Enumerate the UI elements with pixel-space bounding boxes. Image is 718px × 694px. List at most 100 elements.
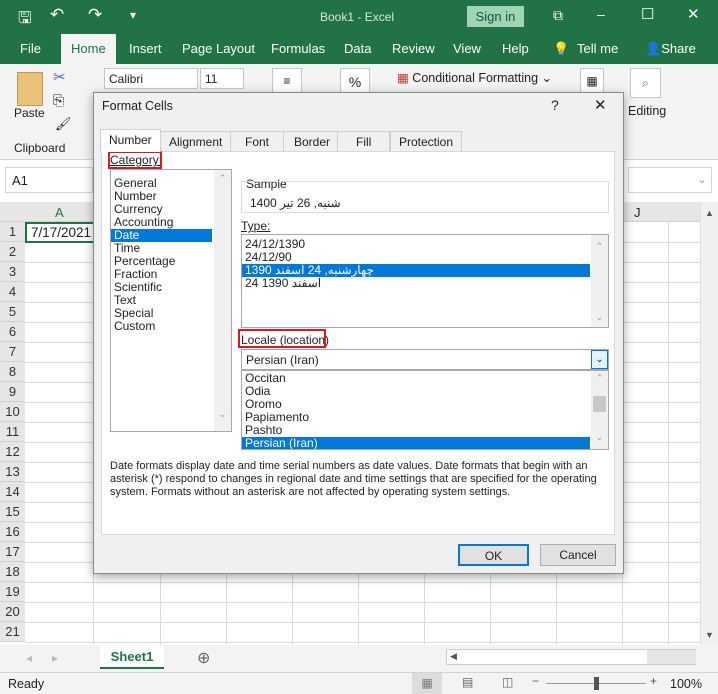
maximize-icon[interactable]: ☐ (641, 5, 654, 23)
conditional-formatting-button[interactable]: ▦ Conditional Formatting ⌄ (397, 70, 552, 85)
type-item[interactable]: 24/12/1390 (242, 238, 590, 251)
dialog-close-button[interactable]: ✕ (594, 96, 607, 114)
alignment-icon[interactable]: ≡ (272, 68, 302, 94)
tab-protection[interactable]: Protection (390, 131, 463, 152)
close-window-icon[interactable]: ✕ (687, 5, 700, 23)
tab-page-layout[interactable]: Page Layout (182, 41, 255, 56)
cancel-button[interactable]: Cancel (540, 544, 616, 566)
row-header[interactable]: 12 (0, 442, 25, 462)
redo-icon[interactable]: ↷ (88, 5, 102, 25)
tab-file[interactable]: File (20, 41, 41, 56)
sign-in-button[interactable]: Sign in (467, 6, 524, 27)
vertical-scrollbar[interactable]: ▲ ▼ (700, 202, 718, 645)
ribbon-display-icon[interactable]: ⧉ (553, 7, 563, 24)
tab-review[interactable]: Review (392, 41, 435, 56)
font-size-select[interactable]: 11 (200, 68, 244, 89)
row-header[interactable]: 21 (0, 622, 25, 642)
cut-icon[interactable]: ✂ (53, 68, 66, 86)
row-header[interactable]: 10 (0, 402, 25, 422)
row-header[interactable]: 15 (0, 502, 25, 522)
column-header-j[interactable]: J (634, 205, 641, 220)
scroll-thumb[interactable] (647, 650, 696, 664)
tab-fill[interactable]: Fill (337, 131, 391, 152)
percent-button[interactable]: % (340, 68, 370, 94)
type-item[interactable]: 24 اسفند 1390 (242, 277, 590, 290)
search-icon[interactable]: ⌕ (630, 68, 661, 98)
category-list[interactable]: ⌃ ⌄ General Number Currency Accounting Date Ti… (110, 169, 232, 432)
minimize-icon[interactable]: – (597, 6, 605, 22)
locale-item[interactable]: Occitan (242, 372, 590, 385)
tab-help[interactable]: Help (502, 41, 529, 56)
row-header[interactable]: 7 (0, 342, 25, 362)
copy-icon[interactable]: ⎘ (53, 92, 64, 109)
tab-home[interactable]: Home (61, 34, 116, 64)
normal-view-icon[interactable]: ▦ (412, 673, 442, 694)
row-header[interactable]: 11 (0, 422, 25, 442)
locale-list[interactable]: ⌃ ⌄ Occitan Odia Oromo Papiamento Pashto Persi… (241, 370, 609, 450)
tab-border[interactable]: Border (283, 131, 342, 152)
tab-font[interactable]: Font (230, 131, 285, 152)
format-painter-icon[interactable]: 🖌 (55, 116, 72, 132)
ok-button[interactable]: OK (458, 544, 529, 566)
prev-sheet-icon[interactable]: ◂ (26, 651, 32, 665)
locale-item[interactable]: Persian (Iran) (242, 437, 590, 449)
save-icon[interactable]: 🖫 (18, 7, 32, 34)
editing-group[interactable]: Editing (628, 104, 666, 118)
type-scrollbar[interactable]: ⌃ ⌄ (591, 235, 608, 327)
font-name-select[interactable]: Calibri (104, 68, 198, 89)
locale-select[interactable]: Persian (Iran) ⌄ (241, 349, 609, 370)
cells-icon[interactable]: ▦ (580, 68, 604, 94)
row-header[interactable]: 16 (0, 522, 25, 542)
customize-toolbar-icon[interactable]: ▾ (130, 8, 136, 22)
row-header[interactable]: 20 (0, 602, 25, 622)
next-sheet-icon[interactable]: ▸ (52, 651, 58, 665)
help-button[interactable]: ? (551, 97, 559, 113)
cell-a1[interactable]: 7/17/2021 (25, 222, 95, 243)
category-item[interactable]: Custom (111, 320, 212, 333)
row-header[interactable]: 14 (0, 482, 25, 502)
page-break-view-icon[interactable]: ◫ (502, 675, 513, 689)
add-sheet-icon[interactable]: ⊕ (197, 648, 210, 668)
scroll-up-icon[interactable]: ▲ (705, 208, 714, 218)
tab-formulas[interactable]: Formulas (271, 41, 325, 56)
scroll-left-icon[interactable]: ◀ (450, 651, 457, 662)
row-header[interactable]: 17 (0, 542, 25, 562)
paste-button[interactable]: Paste (14, 106, 45, 120)
row-header[interactable]: 18 (0, 562, 25, 582)
tab-insert[interactable]: Insert (129, 41, 162, 56)
zoom-in-icon[interactable]: + (650, 674, 657, 688)
row-header[interactable]: 13 (0, 462, 25, 482)
row-header[interactable]: 4 (0, 282, 25, 302)
row-header[interactable]: 3 (0, 262, 25, 282)
locale-scrollbar[interactable]: ⌃ ⌄ (591, 371, 608, 449)
tab-number[interactable]: Number (100, 129, 161, 152)
zoom-slider-thumb[interactable] (594, 677, 599, 690)
scroll-down-icon[interactable]: ▼ (705, 630, 714, 640)
type-list[interactable]: ⌃ ⌄ 24/12/1390 24/12/90 چهارشنبه, 24 اسفند … (241, 234, 609, 328)
row-header[interactable]: 8 (0, 362, 25, 382)
category-scrollbar[interactable]: ⌃ ⌄ (214, 170, 231, 431)
locale-item[interactable]: Papiamento (242, 411, 590, 424)
formula-input[interactable]: ⌄ (628, 167, 712, 193)
column-header-a[interactable]: A (55, 205, 64, 220)
row-header[interactable]: 9 (0, 382, 25, 402)
page-layout-view-icon[interactable]: ▤ (462, 675, 473, 689)
row-header[interactable]: 2 (0, 242, 25, 262)
row-header[interactable]: 5 (0, 302, 25, 322)
tell-me-search[interactable]: Tell me (577, 41, 618, 56)
share-button[interactable]: 👤Share (645, 41, 696, 57)
undo-icon[interactable]: ↶ (50, 5, 64, 25)
row-header[interactable]: 6 (0, 322, 25, 342)
chevron-down-icon[interactable]: ⌄ (591, 350, 608, 369)
row-header[interactable]: 1 (0, 222, 25, 242)
zoom-out-icon[interactable]: − (532, 674, 539, 688)
locale-item[interactable]: Odia (242, 385, 590, 398)
sheet-tab[interactable]: Sheet1 (100, 645, 164, 669)
name-box[interactable]: A1 (5, 167, 93, 193)
tab-data[interactable]: Data (344, 41, 371, 56)
paste-icon[interactable] (17, 72, 43, 106)
row-header[interactable]: 19 (0, 582, 25, 602)
tab-alignment[interactable]: Alignment (160, 131, 232, 152)
tab-view[interactable]: View (453, 41, 481, 56)
horizontal-scrollbar[interactable]: ◀ (446, 649, 696, 665)
